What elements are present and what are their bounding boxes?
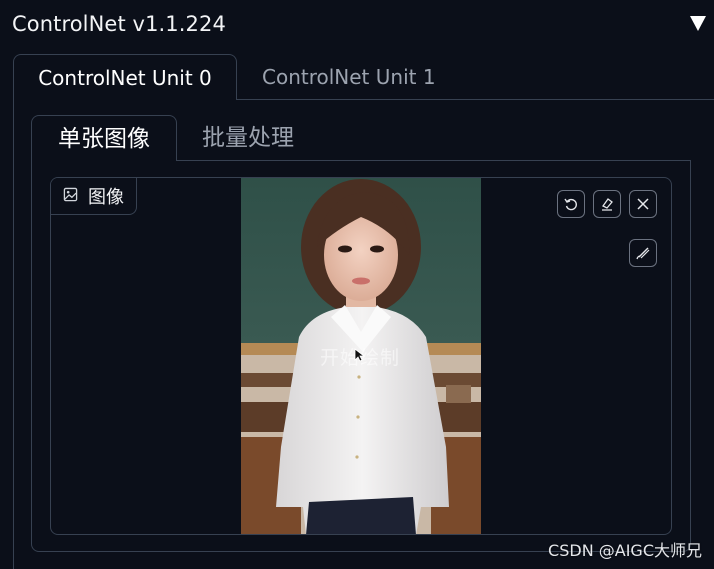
tab-controlnet-unit-0[interactable]: ControlNet Unit 0 — [13, 54, 237, 100]
brush-button[interactable] — [629, 239, 657, 267]
pointer-cursor-icon — [354, 347, 366, 366]
controlnet-panel: ControlNet v1.1.224 ControlNet Unit 0 Co… — [0, 0, 714, 569]
accordion-title: ControlNet v1.1.224 — [12, 12, 226, 36]
undo-icon — [563, 196, 579, 212]
image-icon — [63, 187, 78, 206]
image-label: 图像 — [51, 178, 137, 215]
tab-controlnet-unit-1[interactable]: ControlNet Unit 1 — [262, 54, 436, 100]
eraser-button[interactable] — [593, 190, 621, 218]
tab-batch[interactable]: 批量处理 — [202, 115, 294, 161]
brush-icon — [635, 245, 651, 261]
eraser-icon — [599, 196, 615, 212]
close-button[interactable] — [629, 190, 657, 218]
image-label-text: 图像 — [88, 187, 124, 208]
watermark: CSDN @AIGC大师兄 — [548, 541, 702, 560]
triangle-down-icon[interactable] — [690, 16, 706, 31]
undo-button[interactable] — [557, 190, 585, 218]
accordion-header[interactable]: ControlNet v1.1.224 — [0, 0, 714, 50]
close-icon — [635, 196, 651, 212]
tab-single-image[interactable]: 单张图像 — [31, 115, 177, 161]
